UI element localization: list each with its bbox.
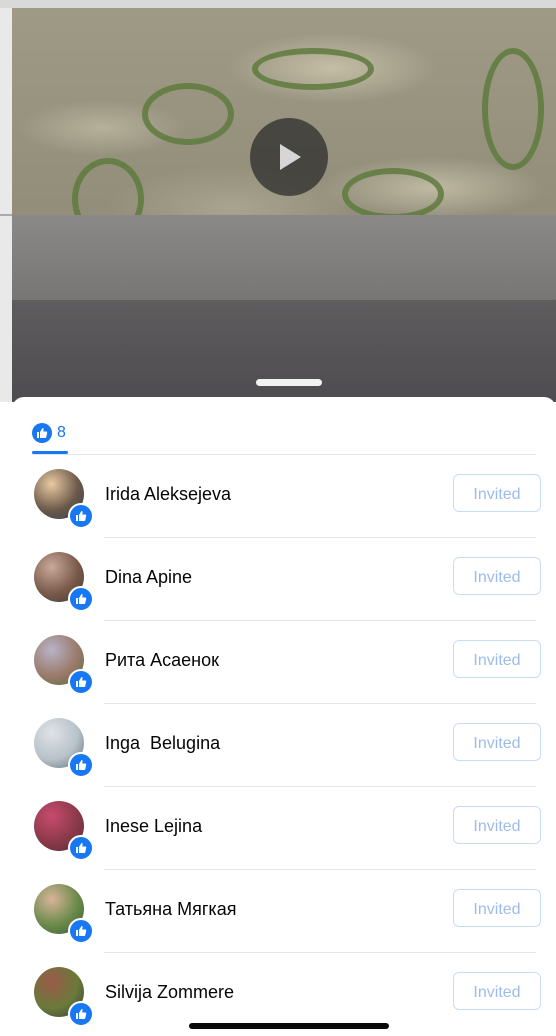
list-item[interactable]: Dina Apine Invited — [12, 538, 556, 621]
reaction-tabs: 8 — [32, 415, 536, 455]
like-count: 8 — [57, 424, 66, 441]
list-item[interactable]: Татьяна Мягкая Invited — [12, 870, 556, 953]
people-list: Irida Aleksejeva Invited Dina Apine Invited… — [12, 455, 556, 1036]
tab-likes[interactable]: 8 — [32, 415, 66, 451]
person-name[interactable]: Рита Асаенок — [105, 650, 219, 671]
person-name[interactable]: Silvija Zommere — [105, 982, 234, 1003]
person-name[interactable]: Irida Aleksejeva — [105, 484, 231, 505]
invited-button[interactable]: Invited — [453, 972, 541, 1010]
like-icon — [68, 918, 94, 944]
person-name[interactable]: Dina Apine — [105, 567, 192, 588]
invited-button[interactable]: Invited — [453, 806, 541, 844]
person-name[interactable]: Татьяна Мягкая — [105, 899, 236, 920]
list-item[interactable]: Inese Lejina Invited — [12, 787, 556, 870]
like-icon — [68, 586, 94, 612]
table-surface — [0, 300, 556, 402]
invited-button[interactable]: Invited — [453, 557, 541, 595]
like-icon — [68, 752, 94, 778]
like-icon — [68, 503, 94, 529]
drag-handle[interactable] — [256, 379, 322, 386]
person-name[interactable]: Inese Lejina — [105, 816, 202, 837]
home-indicator[interactable] — [189, 1023, 389, 1029]
like-icon — [68, 1001, 94, 1027]
list-item[interactable]: Inga Belugina Invited — [12, 704, 556, 787]
invited-button[interactable]: Invited — [453, 889, 541, 927]
video-player[interactable] — [0, 0, 556, 402]
person-name[interactable]: Inga Belugina — [105, 733, 220, 754]
play-button[interactable] — [250, 118, 328, 196]
reactions-sheet: 8 Irida Aleksejeva Invited Dina Apine Invit… — [12, 397, 556, 1034]
list-item[interactable]: Рита Асаенок Invited — [12, 621, 556, 704]
play-icon — [280, 144, 301, 170]
like-icon — [68, 835, 94, 861]
invited-button[interactable]: Invited — [453, 474, 541, 512]
like-icon — [68, 669, 94, 695]
invited-button[interactable]: Invited — [453, 723, 541, 761]
list-item[interactable]: Irida Aleksejeva Invited — [12, 455, 556, 538]
invited-button[interactable]: Invited — [453, 640, 541, 678]
like-icon — [32, 423, 52, 443]
